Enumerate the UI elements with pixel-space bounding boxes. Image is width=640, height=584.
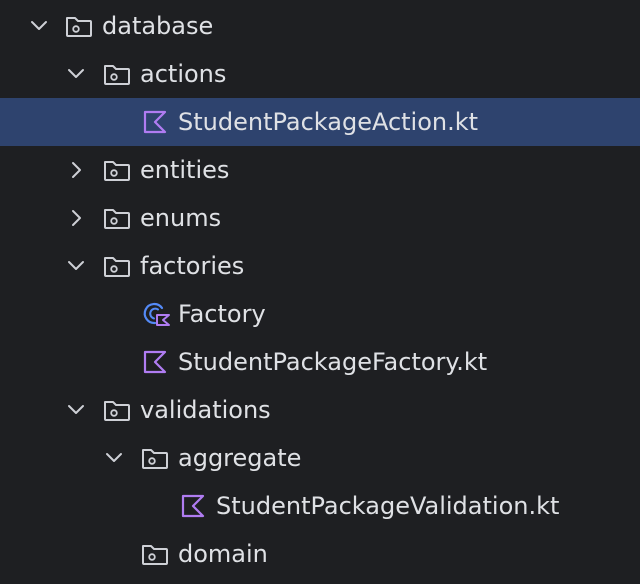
package-folder-icon <box>141 446 169 470</box>
tree-item-student-package-validation[interactable]: StudentPackageValidation.kt <box>0 482 640 530</box>
tree-item-student-package-action[interactable]: StudentPackageAction.kt <box>0 98 640 146</box>
project-tree: database actions StudentPackageAction.kt… <box>0 0 640 584</box>
chevron-right-icon[interactable] <box>66 160 86 180</box>
chevron-down-icon[interactable] <box>66 64 86 84</box>
tree-item-label: enums <box>140 204 222 232</box>
tree-item-aggregate[interactable]: aggregate <box>0 434 640 482</box>
chevron-down-icon[interactable] <box>29 16 49 36</box>
tree-item-label: aggregate <box>178 444 302 472</box>
kotlin-file-icon <box>142 350 170 374</box>
tree-item-label: factories <box>140 252 245 280</box>
chevron-down-icon[interactable] <box>66 256 86 276</box>
tree-item-student-package-factory[interactable]: StudentPackageFactory.kt <box>0 338 640 386</box>
tree-item-label: actions <box>140 60 227 88</box>
kotlin-file-icon <box>180 494 208 518</box>
package-folder-icon <box>141 542 169 566</box>
package-folder-icon <box>103 206 131 230</box>
chevron-right-icon[interactable] <box>66 208 86 228</box>
tree-item-enums[interactable]: enums <box>0 194 640 242</box>
tree-item-database[interactable]: database <box>0 2 640 50</box>
tree-item-label: Factory <box>178 300 266 328</box>
package-folder-icon <box>103 62 131 86</box>
kotlin-class-icon <box>142 302 170 326</box>
chevron-down-icon[interactable] <box>66 400 86 420</box>
package-folder-icon <box>103 158 131 182</box>
tree-item-label: StudentPackageFactory.kt <box>178 348 488 376</box>
tree-item-validations[interactable]: validations <box>0 386 640 434</box>
tree-item-label: domain <box>178 540 268 568</box>
tree-item-label: database <box>102 12 214 40</box>
tree-item-label: StudentPackageValidation.kt <box>216 492 560 520</box>
tree-item-label: validations <box>140 396 271 424</box>
kotlin-file-icon <box>142 110 170 134</box>
package-folder-icon <box>65 14 93 38</box>
tree-item-factories[interactable]: factories <box>0 242 640 290</box>
tree-item-factory[interactable]: Factory <box>0 290 640 338</box>
package-folder-icon <box>103 398 131 422</box>
tree-item-entities[interactable]: entities <box>0 146 640 194</box>
package-folder-icon <box>103 254 131 278</box>
tree-item-domain[interactable]: domain <box>0 530 640 578</box>
tree-item-actions[interactable]: actions <box>0 50 640 98</box>
chevron-down-icon[interactable] <box>104 448 124 468</box>
tree-item-label: entities <box>140 156 230 184</box>
tree-item-label: StudentPackageAction.kt <box>178 108 479 136</box>
